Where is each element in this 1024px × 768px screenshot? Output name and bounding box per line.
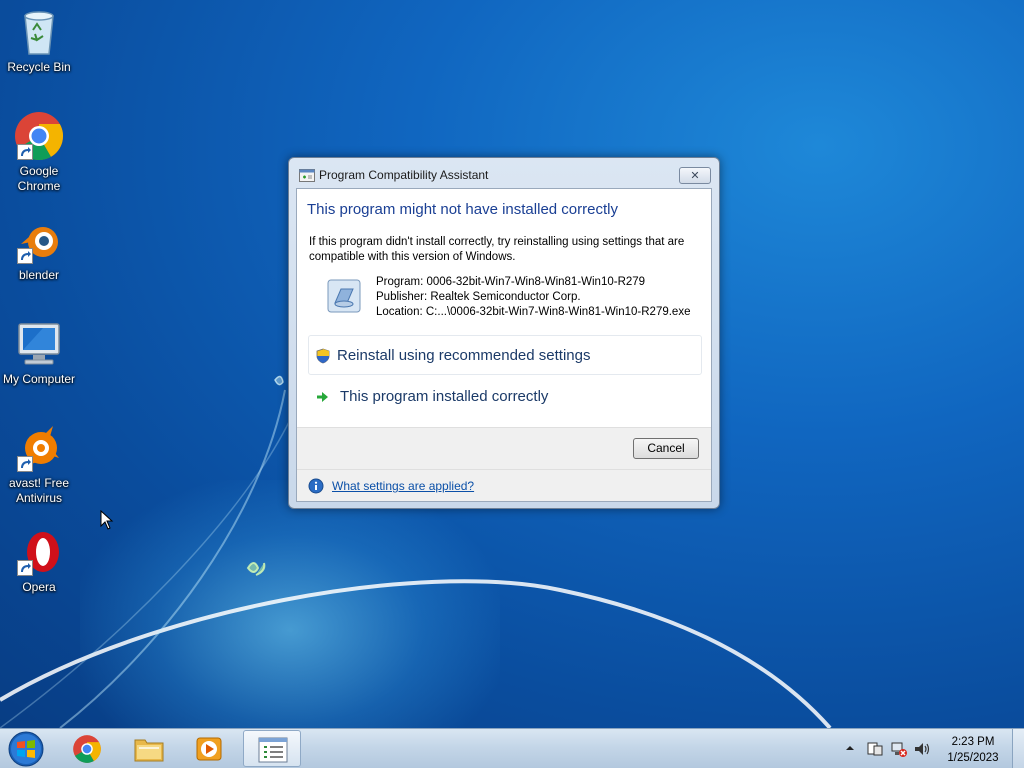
folder-icon — [134, 739, 164, 762]
media-player-icon — [196, 737, 222, 761]
desktop-icon-avast[interactable]: avast! Free Antivirus — [0, 422, 78, 506]
recycle-bin-icon — [13, 6, 65, 58]
opera-icon — [13, 526, 65, 578]
desktop-icon-blender[interactable]: blender — [0, 214, 78, 283]
program-publisher: Publisher: Realtek Semiconductor Corp. — [376, 291, 581, 303]
desktop-icon-label: blender — [18, 268, 60, 282]
desktop-icon-label: Google Chrome — [17, 164, 61, 193]
clock-time: 2:23 PM — [951, 736, 995, 748]
taskbar-explorer-button[interactable] — [120, 730, 178, 767]
reinstall-recommended-option[interactable]: Reinstall using recommended settings — [308, 335, 702, 375]
network-error-icon[interactable] — [890, 740, 908, 758]
taskbar-chrome-button[interactable] — [58, 730, 116, 767]
installed-correctly-option[interactable]: This program installed correctly — [308, 377, 702, 417]
close-button[interactable]: ✕ — [679, 167, 711, 184]
close-icon: ✕ — [690, 169, 700, 182]
program-name: Program: 0006-32bit-Win7-Win8-Win81-Win1… — [376, 276, 646, 288]
desktop-icon-label: Recycle Bin — [7, 60, 71, 74]
desktop-icon-recycle-bin[interactable]: Recycle Bin — [0, 6, 78, 75]
desktop-icon-opera[interactable]: Opera — [0, 526, 78, 595]
program-compatibility-dialog: Program Compatibility Assistant ✕ This p… — [288, 157, 720, 509]
green-arrow-icon — [317, 392, 328, 402]
dialog-description: If this program didn't install correctly… — [309, 236, 685, 263]
taskbar-clock[interactable]: 2:23 PM 1/25/2023 — [938, 734, 1008, 766]
desktop-icon-label: My Computer — [2, 372, 76, 386]
avast-icon — [13, 422, 65, 474]
taskbar-compatibility-assistant-button[interactable] — [243, 730, 301, 767]
chrome-icon — [13, 110, 65, 162]
taskbar-media-player-button[interactable] — [180, 730, 238, 767]
shortcut-arrow-icon — [17, 144, 33, 160]
info-icon — [308, 478, 324, 494]
reinstall-option-label: Reinstall using recommended settings — [337, 347, 591, 364]
dialog-title: Program Compatibility Assistant — [319, 168, 489, 182]
blender-icon — [13, 214, 65, 266]
dialog-content: This program might not have installed co… — [296, 188, 712, 502]
shortcut-arrow-icon — [17, 248, 33, 264]
chrome-icon — [73, 735, 101, 763]
computer-icon — [13, 318, 65, 370]
desktop-icon-my-computer[interactable]: My Computer — [0, 318, 78, 387]
desktop-icon-label: avast! Free Antivirus — [8, 476, 70, 505]
program-info: Program: 0006-32bit-Win7-Win8-Win81-Win1… — [376, 275, 690, 320]
dialog-button-area: Cancel — [297, 427, 711, 469]
installer-program-icon — [327, 279, 361, 313]
uac-shield-icon — [316, 348, 330, 364]
dialog-footer: What settings are applied? — [297, 469, 711, 501]
show-hidden-icons-arrow[interactable] — [845, 743, 855, 753]
mouse-cursor-icon — [100, 510, 114, 530]
desktop-icon-google-chrome[interactable]: Google Chrome — [0, 110, 78, 194]
desktop-icon-label: Opera — [22, 580, 56, 594]
action-center-icon[interactable] — [866, 740, 884, 758]
shortcut-arrow-icon — [17, 456, 33, 472]
dialog-titlebar[interactable]: Program Compatibility Assistant ✕ — [289, 158, 719, 188]
show-desktop-button[interactable] — [1012, 729, 1024, 768]
compatibility-app-icon — [299, 169, 315, 182]
compatibility-window-icon — [258, 737, 288, 763]
dialog-heading: This program might not have installed co… — [307, 201, 618, 218]
clock-date: 1/25/2023 — [947, 752, 999, 764]
taskbar: 2:23 PM 1/25/2023 — [0, 728, 1024, 768]
program-location: Location: C:...\0006-32bit-Win7-Win8-Win… — [376, 306, 691, 318]
installed-correctly-label: This program installed correctly — [340, 388, 549, 405]
start-button[interactable] — [6, 730, 46, 768]
shortcut-arrow-icon — [17, 560, 33, 576]
what-settings-applied-link[interactable]: What settings are applied? — [332, 479, 474, 493]
cancel-button[interactable]: Cancel — [633, 438, 699, 459]
volume-icon[interactable] — [913, 740, 931, 758]
